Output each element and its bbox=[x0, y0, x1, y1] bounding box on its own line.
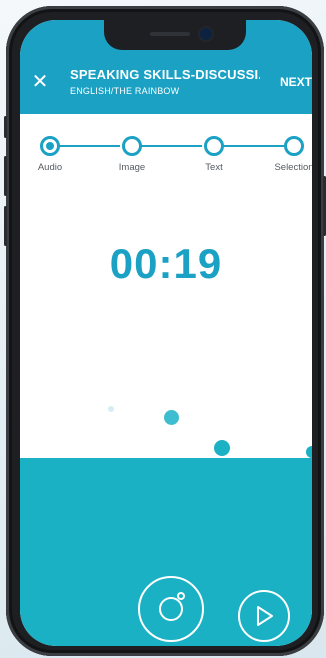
record-button[interactable] bbox=[138, 576, 204, 642]
phone-frame: ✕ SPEAKING SKILLS-DISCUSSI... ENGLISH/TH… bbox=[4, 6, 326, 656]
step-connector bbox=[140, 145, 202, 147]
record-icon bbox=[159, 597, 183, 621]
step-label-image: Image bbox=[118, 162, 146, 173]
volume-down-button bbox=[4, 206, 7, 246]
step-connector bbox=[222, 145, 284, 147]
play-icon bbox=[257, 606, 273, 626]
mute-switch bbox=[4, 116, 7, 138]
page-title: SPEAKING SKILLS-DISCUSSI... bbox=[70, 67, 260, 82]
breadcrumb: ENGLISH/THE RAINBOW bbox=[70, 86, 180, 96]
progress-stepper: Audio Image Text Selection bbox=[20, 124, 312, 184]
step-audio[interactable] bbox=[40, 136, 60, 156]
speaker-grille bbox=[150, 32, 190, 36]
bubble bbox=[108, 406, 114, 412]
volume-up-button bbox=[4, 156, 7, 196]
step-label-audio: Audio bbox=[37, 162, 63, 173]
bubble bbox=[164, 410, 179, 425]
step-label-selection: Selection bbox=[274, 162, 312, 173]
step-image[interactable] bbox=[122, 136, 142, 156]
step-text[interactable] bbox=[204, 136, 224, 156]
step-connector bbox=[58, 145, 120, 147]
bubble bbox=[214, 440, 230, 456]
close-icon[interactable]: ✕ bbox=[30, 72, 50, 92]
step-selection[interactable] bbox=[284, 136, 304, 156]
camera-icon bbox=[200, 28, 212, 40]
app-screen: ✕ SPEAKING SKILLS-DISCUSSI... ENGLISH/TH… bbox=[20, 20, 312, 646]
record-indicator bbox=[177, 592, 185, 600]
recording-timer: 00:19 bbox=[109, 240, 223, 287]
play-button[interactable] bbox=[238, 590, 290, 642]
step-label-text: Text bbox=[205, 162, 223, 173]
next-button[interactable]: NEXT bbox=[280, 75, 312, 89]
bubble bbox=[306, 446, 312, 458]
notch bbox=[104, 20, 246, 50]
